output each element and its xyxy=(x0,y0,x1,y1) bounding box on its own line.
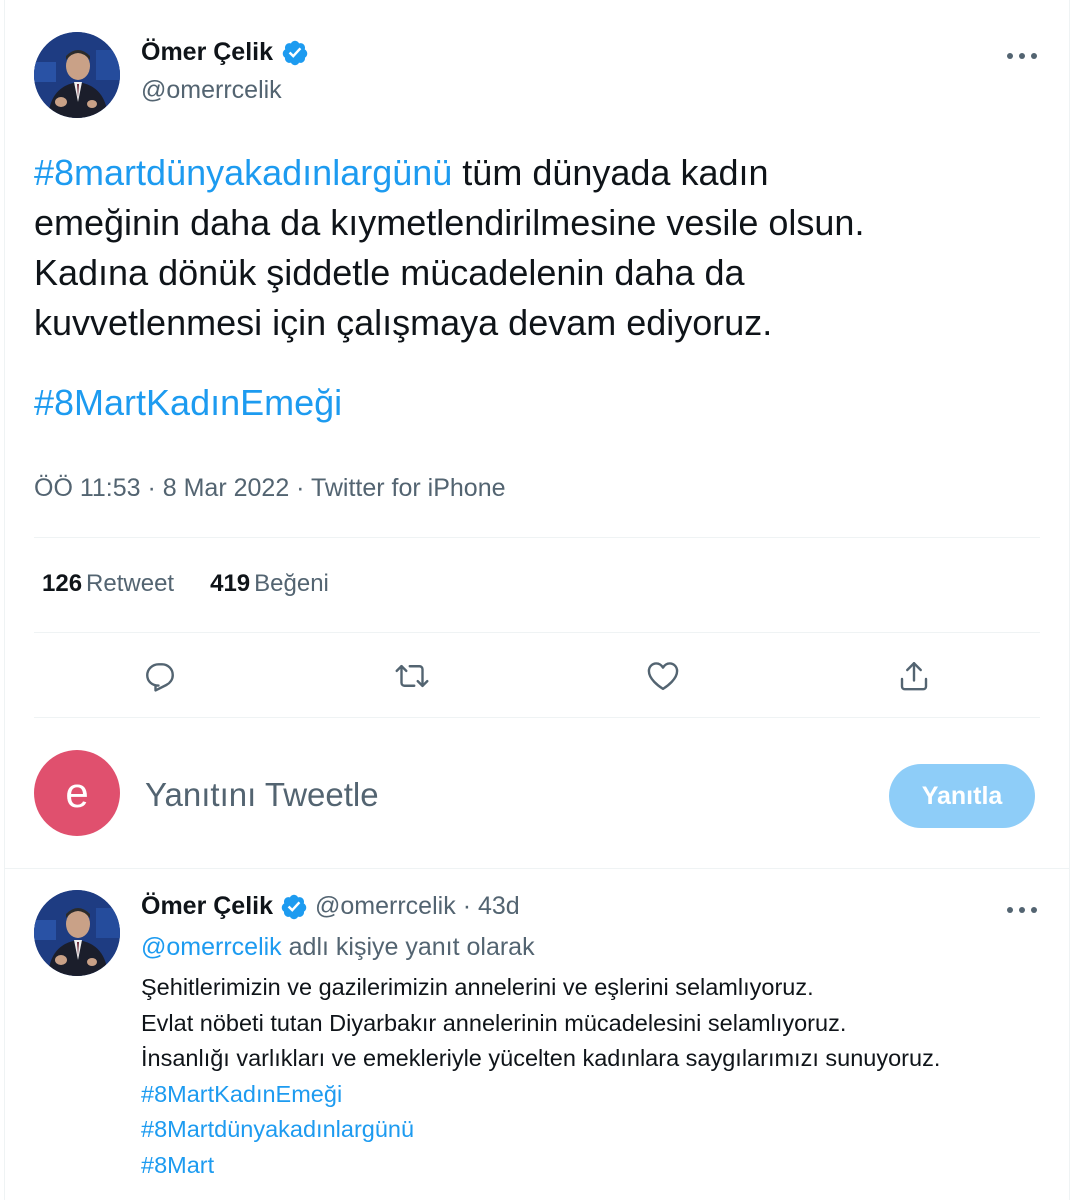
like-icon[interactable] xyxy=(640,653,686,699)
more-options-icon[interactable] xyxy=(1007,905,1037,915)
tweet-text-line: Kadına dönük şiddetle mücadelenin daha d… xyxy=(34,252,745,293)
tweet-text: #8martdünyakadınlargünü tüm dünyada kadı… xyxy=(34,148,1024,428)
tweet-text-line: tüm dünyada kadın xyxy=(452,152,769,193)
hashtag-link[interactable]: #8MartKadınEmeği xyxy=(34,382,342,423)
reply-input[interactable]: Yanıtını Tweetle xyxy=(145,776,379,814)
tweet-actions xyxy=(0,653,1075,699)
divider xyxy=(34,632,1040,633)
more-options-icon[interactable] xyxy=(1007,51,1037,61)
reply-text-line: İnsanlığı varlıkları ve emekleriyle yüce… xyxy=(141,1045,941,1071)
hashtag-link[interactable]: #8Mart xyxy=(141,1148,940,1184)
reply-author-handle[interactable]: @omerrcelik xyxy=(315,892,456,921)
reply-time[interactable]: · 43d xyxy=(463,892,520,921)
hashtag-link[interactable]: #8MartKadınEmeği xyxy=(141,1077,940,1113)
verified-badge-icon xyxy=(280,893,308,921)
mention-link[interactable]: @omerrcelik xyxy=(141,933,282,961)
replying-to: @omerrcelik adlı kişiye yanıt olarak xyxy=(141,933,535,962)
reply-author-avatar-image xyxy=(34,890,120,976)
user-avatar[interactable]: e xyxy=(34,750,120,836)
tweet-stats: 126 Retweet 419 Beğeni xyxy=(42,570,329,598)
tweet-text-line: emeğinin daha da kıymetlendirilmesine ve… xyxy=(34,202,865,243)
reply-text-line: Şehitlerimizin ve gazilerimizin anneleri… xyxy=(141,974,814,1000)
like-label: Beğeni xyxy=(254,570,329,597)
author-avatar-image xyxy=(34,32,120,118)
divider xyxy=(34,717,1040,718)
reply-author-avatar[interactable] xyxy=(34,890,120,976)
author-name[interactable]: Ömer Çelik xyxy=(141,38,273,67)
share-icon[interactable] xyxy=(891,653,937,699)
reply-header: Ömer Çelik @omerrcelik · 43d xyxy=(141,892,520,921)
retweet-number: 126 xyxy=(42,570,83,597)
hashtag-link[interactable]: #8martdünyakadınlargünü xyxy=(34,152,452,193)
author-name-row[interactable]: Ömer Çelik xyxy=(141,38,309,67)
retweet-count[interactable]: 126 Retweet xyxy=(42,570,174,598)
reply-button[interactable]: Yanıtla xyxy=(889,764,1035,828)
tweet-meta[interactable]: ÖÖ 11:53 · 8 Mar 2022 · Twitter for iPho… xyxy=(34,474,506,503)
retweet-icon[interactable] xyxy=(389,653,435,699)
verified-badge-icon xyxy=(281,39,309,67)
like-count[interactable]: 419 Beğeni xyxy=(210,570,329,598)
reply-text-line: Evlat nöbeti tutan Diyarbakır annelerini… xyxy=(141,1009,847,1036)
reply-author-name[interactable]: Ömer Çelik xyxy=(141,892,273,921)
section-divider xyxy=(4,868,1070,869)
retweet-label: Retweet xyxy=(86,570,175,597)
divider xyxy=(34,537,1040,538)
author-handle[interactable]: @omerrcelik xyxy=(141,76,282,105)
like-number: 419 xyxy=(210,570,251,597)
reply-text: Şehitlerimizin ve gazilerimizin anneleri… xyxy=(141,970,940,1183)
tweet-text-line: kuvvetlenmesi için çalışmaya devam ediyo… xyxy=(34,302,773,343)
author-avatar[interactable] xyxy=(34,32,120,118)
hashtag-link[interactable]: #8Martdünyakadınlargünü xyxy=(141,1112,940,1148)
reply-icon[interactable] xyxy=(137,653,183,699)
replying-to-text: adlı kişiye yanıt olarak xyxy=(281,933,535,961)
